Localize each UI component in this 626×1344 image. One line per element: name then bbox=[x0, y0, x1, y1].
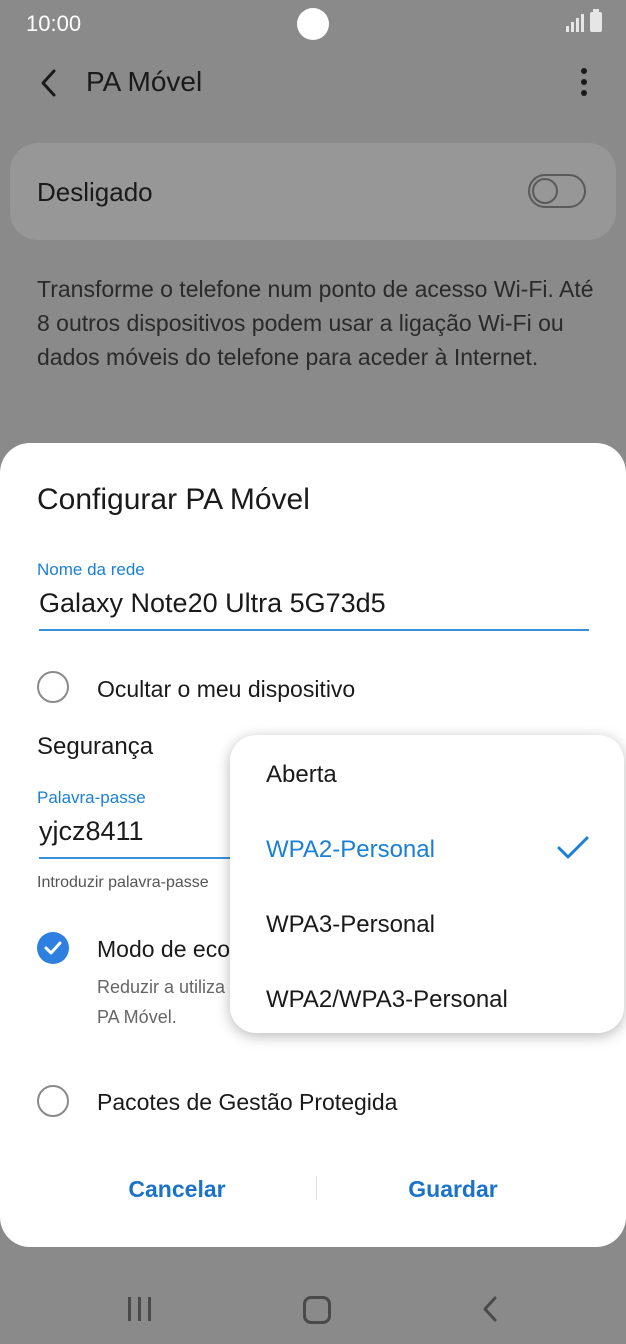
back-icon[interactable] bbox=[34, 66, 64, 100]
security-option-open[interactable]: Aberta bbox=[266, 761, 337, 789]
hotspot-toggle-row[interactable]: Desligado bbox=[10, 143, 616, 240]
battery-icon bbox=[590, 9, 602, 32]
security-label: Segurança bbox=[37, 733, 154, 760]
password-input[interactable]: yjcz8411 bbox=[39, 816, 144, 847]
network-name-underline bbox=[39, 629, 589, 631]
eco-mode-desc-1: Reduzir a utiliza bbox=[97, 977, 226, 997]
status-bar: 10:00 bbox=[0, 0, 626, 50]
signal-icon bbox=[566, 12, 584, 32]
eco-mode-desc-2: PA Móvel. bbox=[97, 1007, 177, 1027]
password-label: Palavra-passe bbox=[37, 788, 146, 807]
status-icons bbox=[566, 9, 602, 32]
network-name-input[interactable]: Galaxy Note20 Ultra 5G73d5 bbox=[39, 588, 386, 619]
check-icon bbox=[557, 836, 589, 859]
nav-recent-icon[interactable] bbox=[128, 1297, 151, 1321]
security-option-wpa2[interactable]: WPA2-Personal bbox=[266, 836, 435, 864]
hide-device-label: Ocultar o meu dispositivo bbox=[97, 676, 356, 702]
app-bar: PA Móvel bbox=[0, 50, 626, 116]
dialog-title: Configurar PA Móvel bbox=[37, 483, 310, 516]
hotspot-description: Transforme o telefone num ponto de acess… bbox=[37, 276, 594, 370]
switch-knob bbox=[532, 178, 558, 204]
more-vert-icon[interactable] bbox=[580, 68, 588, 98]
toggle-label: Desligado bbox=[37, 177, 153, 207]
pmf-label: Pacotes de Gestão Protegida bbox=[97, 1089, 398, 1115]
page-title: PA Móvel bbox=[86, 66, 203, 97]
network-name-label: Nome da rede bbox=[37, 560, 145, 579]
navigation-bar bbox=[0, 1270, 626, 1344]
security-option-wpa2-wpa3[interactable]: WPA2/WPA3-Personal bbox=[266, 986, 508, 1014]
security-option-wpa3[interactable]: WPA3-Personal bbox=[266, 911, 435, 939]
button-divider bbox=[316, 1176, 317, 1200]
eco-mode-label: Modo de eco bbox=[97, 936, 230, 962]
security-dropdown: Aberta WPA2-Personal WPA3-Personal WPA2/… bbox=[230, 735, 624, 1033]
pmf-radio[interactable] bbox=[37, 1085, 69, 1117]
save-button[interactable]: Guardar bbox=[353, 1176, 553, 1203]
camera-cutout bbox=[297, 8, 329, 40]
hide-device-radio[interactable] bbox=[37, 671, 69, 703]
eco-mode-checkbox[interactable] bbox=[37, 932, 69, 964]
password-underline bbox=[39, 857, 239, 859]
cancel-button[interactable]: Cancelar bbox=[77, 1176, 277, 1203]
status-time: 10:00 bbox=[26, 11, 82, 36]
check-icon bbox=[44, 941, 62, 955]
nav-home-icon[interactable] bbox=[303, 1296, 331, 1324]
nav-back-icon[interactable] bbox=[480, 1294, 500, 1324]
hotspot-switch[interactable] bbox=[528, 174, 586, 208]
password-helper: Introduzir palavra-passe bbox=[37, 874, 209, 891]
